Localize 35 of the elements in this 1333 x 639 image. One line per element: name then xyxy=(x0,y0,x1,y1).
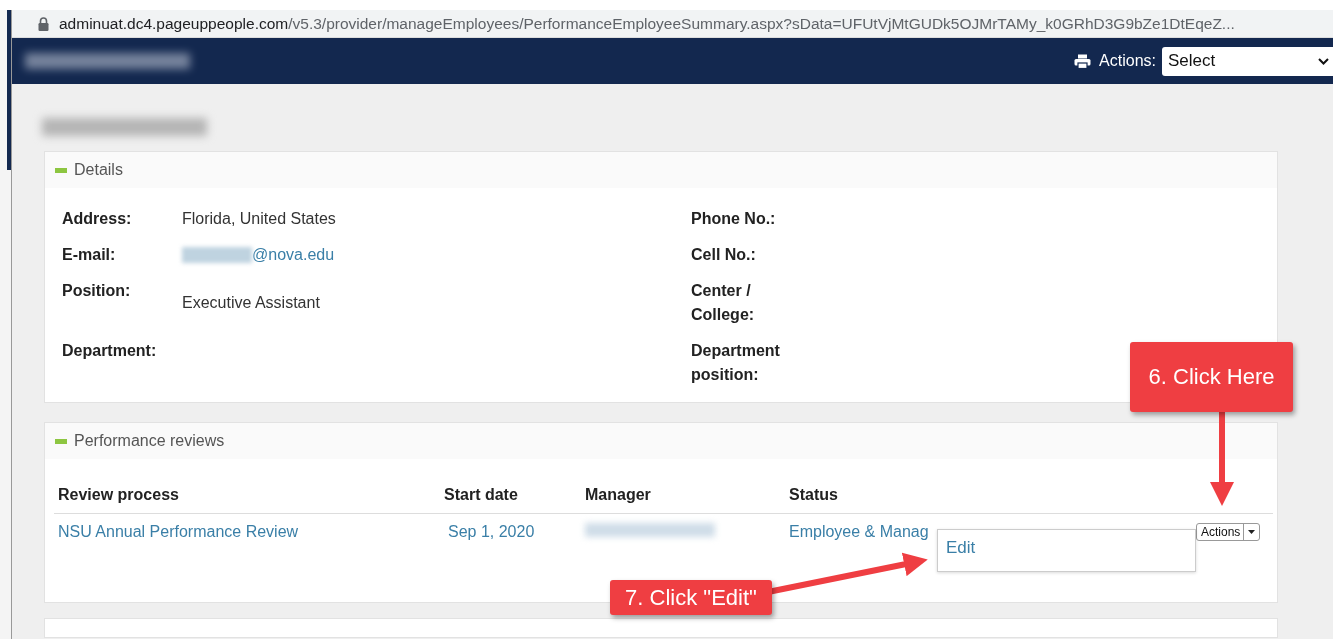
field-value: Executive Assistant xyxy=(182,293,321,313)
column-header: Start date xyxy=(443,486,519,504)
printer-icon[interactable] xyxy=(1074,53,1092,69)
collapse-toggle-icon[interactable] xyxy=(55,438,67,444)
actions-button[interactable]: Actions xyxy=(1196,523,1261,541)
field-label: Phone No.: xyxy=(691,209,777,229)
column-header: Status xyxy=(788,486,839,504)
menu-item[interactable]: Edit xyxy=(946,538,976,557)
lock-icon xyxy=(38,16,49,31)
field-label: Address: xyxy=(62,209,133,229)
review-link[interactable]: NSU Annual Performance Review xyxy=(58,523,299,540)
date-link[interactable]: Sep 1, 2020 xyxy=(448,523,535,540)
field-value: Florida, United States xyxy=(182,209,337,229)
field-label: Position: xyxy=(62,281,132,301)
blurred-text xyxy=(182,247,252,263)
column-header: Review process xyxy=(57,486,180,504)
url-text: adminuat.dc4.pageuppeople.com/v5.3/provider/manageEmployees/PerformanceEmployeeSummary.aspx?sData=UFUtVjMtGUDk5OJMrTAMy_k0GRhD3G9bZe1DtEqeZ... xyxy=(59,14,1235,33)
email-link[interactable]: @nova.edu xyxy=(252,243,335,267)
field-label: Cell No.: xyxy=(691,245,757,265)
caret-icon xyxy=(1248,530,1256,534)
actions-label: Actions: xyxy=(1099,52,1156,70)
section-title: Performance reviews xyxy=(74,432,225,450)
chevron-icon xyxy=(1318,57,1329,65)
actions-select[interactable]: Select xyxy=(1162,46,1333,76)
field-label: Center / College: xyxy=(691,281,756,325)
callout-label: 7. Click "Edit" xyxy=(610,580,772,615)
section-title: Details xyxy=(74,161,123,179)
field-label: Department position: xyxy=(691,341,781,385)
field-label: E-mail: xyxy=(62,245,117,265)
address-bar[interactable]: adminuat.dc4.pageuppeople.com/v5.3/provider/manageEmployees/PerformanceEmployeeSummary.aspx?sData=UFUtVjMtGUDk5OJMrTAMy_k0GRhD3G9bZe1DtEqeZ... xyxy=(12,10,1333,38)
column-header: Manager xyxy=(584,486,652,504)
field-label: Department: xyxy=(62,341,158,361)
callout-label: 6. Click Here xyxy=(1130,342,1293,412)
collapse-toggle-icon[interactable] xyxy=(55,167,67,173)
status-link[interactable]: Employee & Manag xyxy=(789,523,929,540)
